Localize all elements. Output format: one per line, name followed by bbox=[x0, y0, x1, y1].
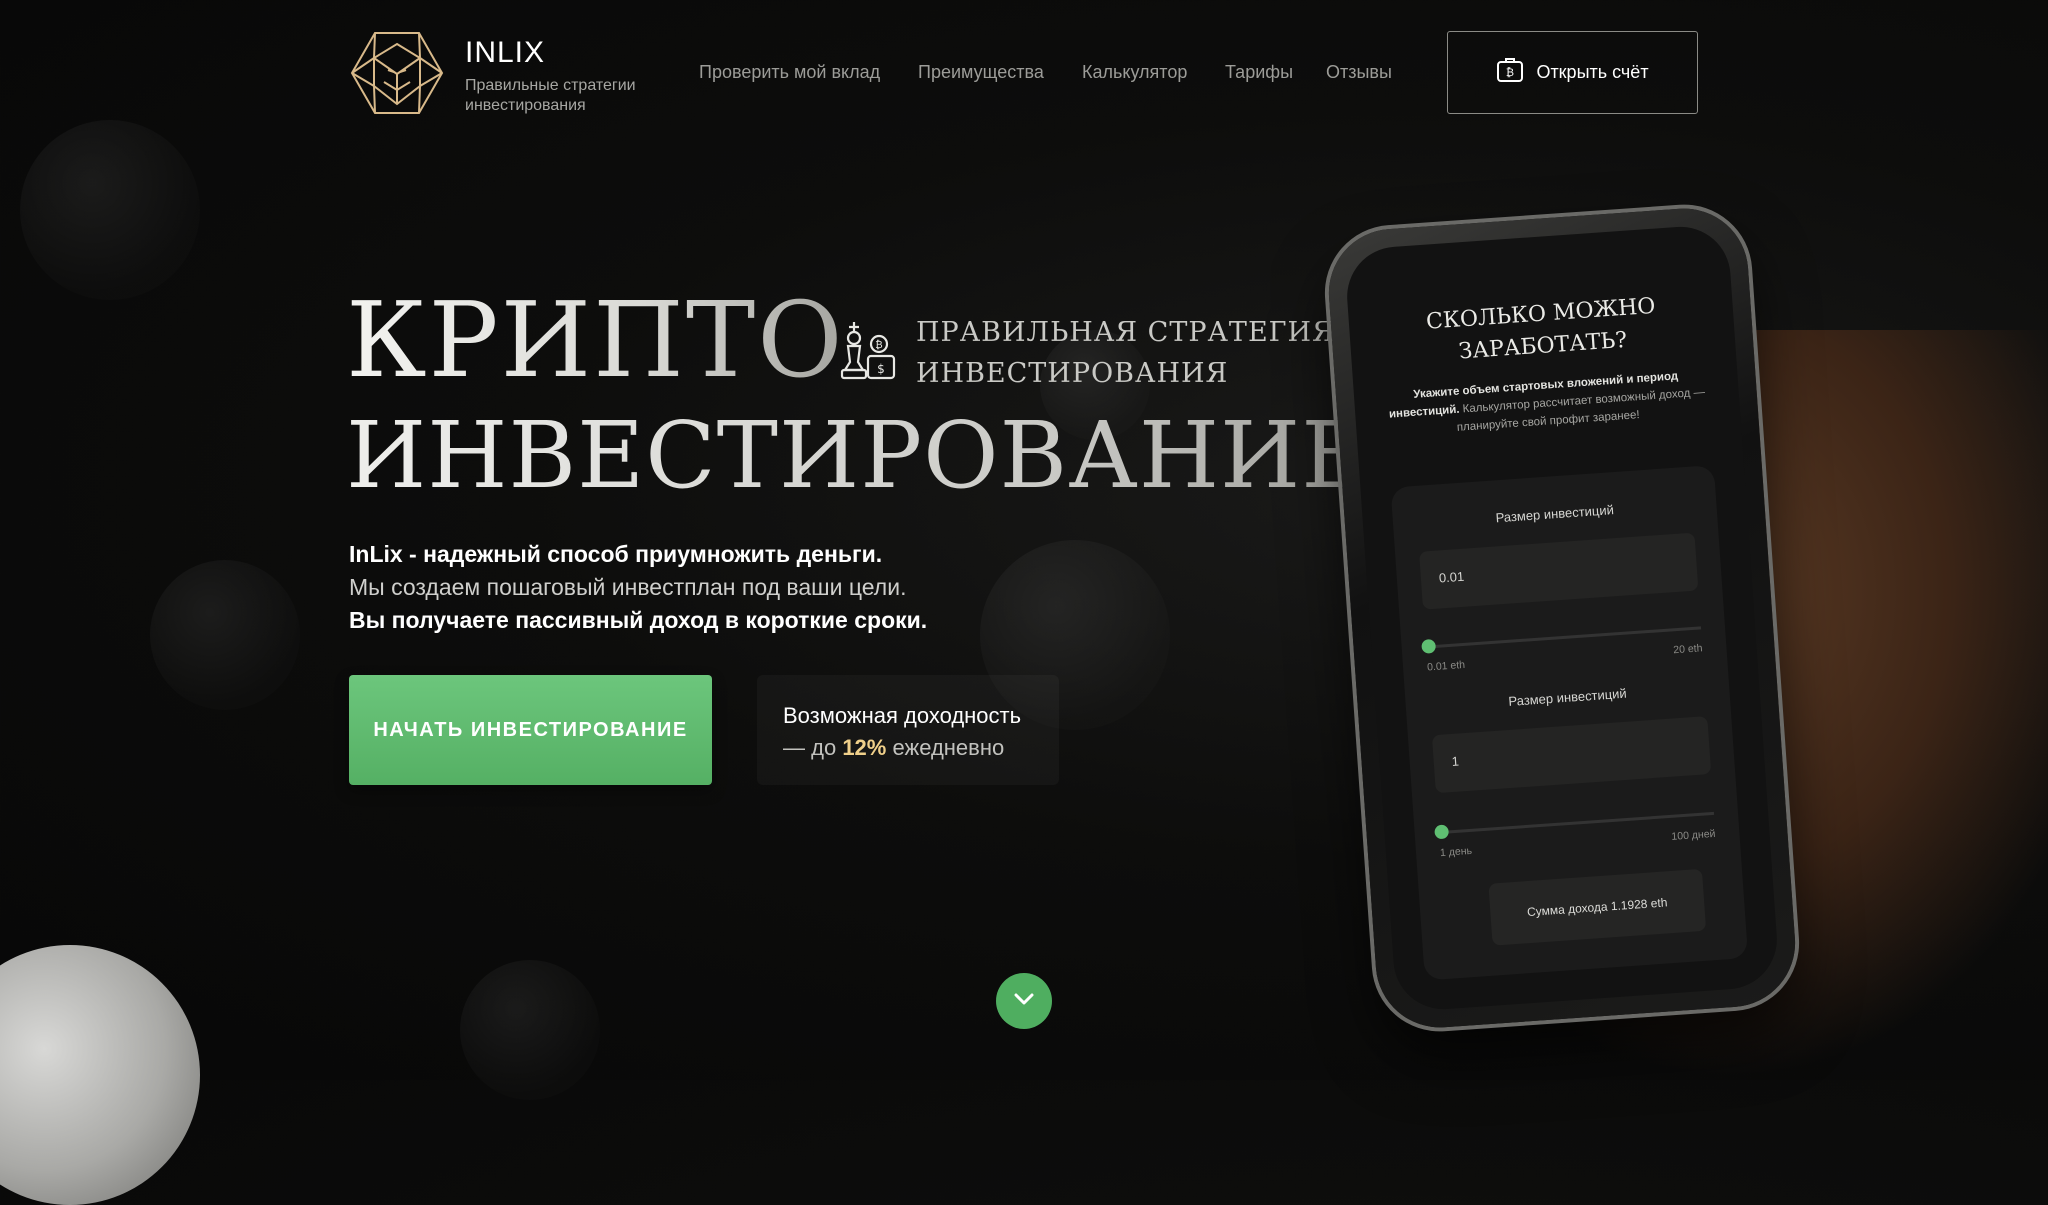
investment-size-label: Размер инвестиций bbox=[1495, 502, 1615, 526]
range1-max: 20 eth bbox=[1672, 642, 1703, 657]
lion-logo-icon[interactable] bbox=[350, 30, 444, 116]
brand-name: INLIX bbox=[465, 36, 546, 69]
yield-prefix: — до bbox=[783, 735, 837, 760]
phone-screen: СКОЛЬКО МОЖНО ЗАРАБОТАТЬ? Укажите объем … bbox=[1343, 223, 1781, 1013]
slider-handle[interactable] bbox=[1434, 824, 1450, 840]
hero-desc-line2: Мы создаем пошаговый инвестплан под ваши… bbox=[349, 574, 907, 600]
investment-period-label: Размер инвестиций bbox=[1507, 685, 1628, 709]
open-account-button[interactable]: ₿ Открыть счёт bbox=[1447, 31, 1698, 114]
yield-detail: — до 12% ежедневно bbox=[783, 732, 1033, 764]
hero-desc-line1: InLix - надежный способ приумножить день… bbox=[349, 541, 883, 567]
investment-period-field[interactable]: 1 bbox=[1431, 716, 1712, 794]
wallet-bitcoin-icon: ₿ bbox=[1496, 57, 1524, 88]
nav-calculator[interactable]: Калькулятор bbox=[1082, 62, 1187, 83]
start-investing-button[interactable]: НАЧАТЬ ИНВЕСТИРОВАНИЕ bbox=[349, 675, 712, 785]
nav-reviews[interactable]: Отзывы bbox=[1326, 62, 1392, 83]
hero-title-line2: ИНВЕСТИРОВАНИЕ bbox=[346, 402, 1370, 509]
background-coin bbox=[150, 560, 300, 710]
open-account-label: Открыть счёт bbox=[1536, 62, 1649, 82]
nav-check-deposit[interactable]: Проверить мой вклад bbox=[699, 62, 880, 83]
scroll-down-button[interactable] bbox=[996, 973, 1052, 1029]
brand-tagline: Правильные стратегии инвестирования bbox=[465, 77, 636, 114]
hero-description: InLix - надежный способ приумножить день… bbox=[349, 538, 927, 637]
nav-tariffs[interactable]: Тарифы bbox=[1225, 62, 1293, 83]
income-sum-box: Сумма дохода 1.1928 eth bbox=[1488, 868, 1707, 946]
svg-text:₿: ₿ bbox=[1506, 66, 1514, 79]
hero-title-line1: КРИПТО bbox=[346, 279, 845, 401]
phone-mockup: СКОЛЬКО МОЖНО ЗАРАБОТАТЬ? Укажите объем … bbox=[1324, 204, 1800, 1032]
phone-description: Укажите объем стартовых вложений и перио… bbox=[1382, 365, 1713, 442]
range1-min: 0.01 eth bbox=[1426, 658, 1466, 674]
chess-king-coins-icon: ₿ $ bbox=[836, 318, 898, 384]
yield-info-box: Возможная доходность — до 12% ежедневно bbox=[757, 675, 1059, 785]
yield-percent: 12% bbox=[842, 735, 887, 760]
investment-amount-field[interactable]: 0.01 bbox=[1419, 532, 1699, 610]
range2-max: 100 дней bbox=[1671, 827, 1716, 843]
nav-advantages[interactable]: Преимущества bbox=[918, 62, 1044, 83]
background-coin bbox=[460, 960, 600, 1100]
range2-min: 1 день bbox=[1439, 844, 1473, 860]
investment-amount-slider[interactable] bbox=[1421, 626, 1702, 654]
hero-side-line1: ПРАВИЛЬНАЯ СТРАТЕГИЯ bbox=[916, 317, 1335, 348]
background-coin bbox=[20, 120, 200, 300]
yield-suffix: ежедневно bbox=[892, 735, 1005, 760]
hero-desc-line3: Вы получаете пассивный доход в короткие … bbox=[349, 607, 928, 633]
hero-side-line2: ИНВЕСТИРОВАНИЯ bbox=[916, 358, 1229, 389]
slider-handle[interactable] bbox=[1421, 638, 1437, 654]
hero-side-caption: ПРАВИЛЬНАЯ СТРАТЕГИЯ ИНВЕСТИРОВАНИЯ bbox=[916, 312, 1335, 394]
calculator-card: Размер инвестиций 0.01 0.01 eth 20 eth Р… bbox=[1390, 465, 1749, 981]
svg-text:$: $ bbox=[877, 362, 885, 376]
phone-title: СКОЛЬКО МОЖНО ЗАРАБОТАТЬ? bbox=[1348, 285, 1736, 376]
svg-text:₿: ₿ bbox=[875, 339, 882, 351]
ethereum-coin-image bbox=[0, 945, 200, 1205]
yield-title: Возможная доходность bbox=[783, 703, 1022, 728]
chevron-down-icon bbox=[1013, 992, 1035, 1011]
